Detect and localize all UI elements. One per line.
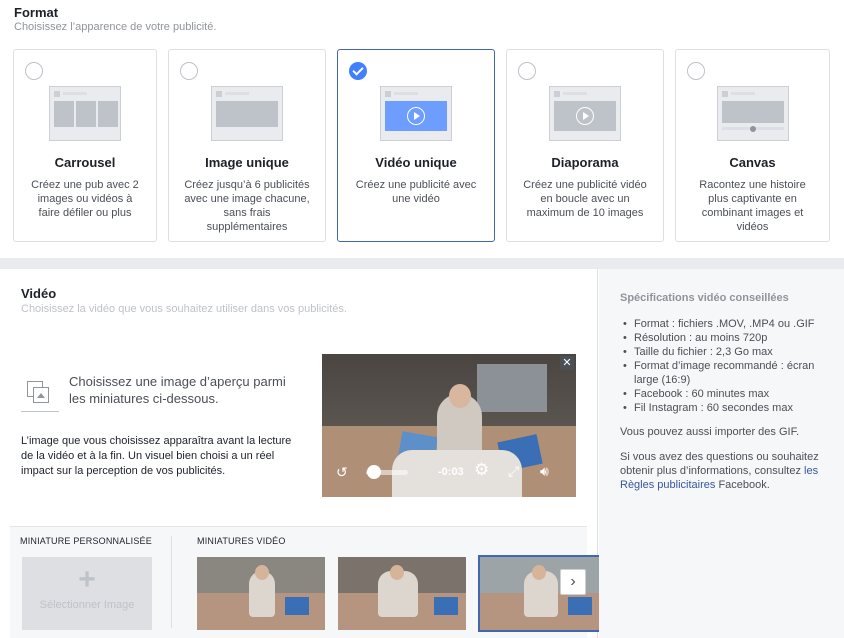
card-title: Image unique [205,155,289,170]
video-preview-icon [380,86,452,141]
video-spec-panel: Spécifications vidéo conseillées Format … [599,269,844,638]
thumbnail-pick-icon [21,376,59,412]
gif-note: Vous pouvez aussi importer des GIF. [620,426,800,438]
close-icon[interactable]: ✕ [560,356,574,370]
canvas-preview-icon [716,86,789,141]
spec-item: Facebook : 60 minutes max [620,387,830,401]
video-title: Vidéo [21,286,57,301]
format-section: Format Choisissez l’apparence de votre p… [0,0,844,258]
format-card-video-unique[interactable]: Vidéo unique Créez une publicité avec un… [337,49,495,242]
spec-item: Taille du fichier : 2,3 Go max [620,345,830,359]
spec-item: Résolution : au moins 720p [620,331,830,345]
format-card-canvas[interactable]: Canvas Racontez une histoire plus captiv… [675,49,830,242]
more-info-after: Facebook. [715,479,770,491]
radio-button[interactable] [180,62,198,80]
video-subtitle: Choisissez la vidéo que vous souhaitez u… [21,303,347,315]
custom-thumbnail-label: MINIATURE PERSONNALISÉE [20,536,152,546]
more-info-before: Si vous avez des questions ou souhaitez … [620,451,819,477]
video-player[interactable]: ✕ ↺ -0:03 ⚙ ⤢ 🔊︎ [322,354,576,497]
play-icon [407,107,425,125]
video-thumbnail-1[interactable] [197,557,325,630]
format-title: Format [14,5,59,20]
thumbnail-pick-text: Choisissez une image d’aperçu parmi les … [69,374,286,406]
radio-button[interactable] [687,62,705,80]
radio-button[interactable] [518,62,536,80]
check-icon[interactable] [349,62,367,80]
more-info-text: Si vous avez des questions ou souhaitez … [620,450,825,492]
card-title: Canvas [729,155,776,170]
radio-button[interactable] [25,62,43,80]
spec-list: Format : fichiers .MOV, .MP4 ou .GIF Rés… [620,317,830,415]
spec-item: Format d’image recommandé : écran large … [620,359,830,387]
spec-title: Spécifications vidéo conseillées [620,292,789,304]
select-image-label: Sélectionner Image [39,599,135,611]
video-section: Vidéo Choisissez la vidéo que vous souha… [0,269,610,638]
card-description: Créez jusqu’à 6 publicités avec une imag… [184,179,310,233]
gear-icon[interactable]: ⚙ [474,461,489,478]
format-card-carrousel[interactable]: Carrousel Créez une pub avec 2 images ou… [13,49,157,242]
card-description: Créez une pub avec 2 images ou vidéos à … [31,179,139,219]
thumbnails-panel: MINIATURE PERSONNALISÉE MINIATURES VIDÉO… [10,526,610,638]
video-thumbnails-label: MINIATURES VIDÉO [197,536,286,546]
thumbnails-separator [171,536,172,628]
section-divider [0,258,844,269]
spec-item: Format : fichiers .MOV, .MP4 ou .GIF [620,317,830,331]
card-description: Racontez une histoire plus captivante en… [699,179,806,233]
thumbnail-help-text: L’image que vous choisissez apparaîtra a… [21,435,292,477]
card-title: Vidéo unique [375,155,457,170]
slideshow-preview-icon [549,86,621,141]
card-title: Carrousel [54,155,116,170]
plus-icon: + [78,563,96,596]
video-thumbnail-2[interactable] [338,557,466,630]
format-card-image-unique[interactable]: Image unique Créez jusqu’à 6 publicités … [168,49,326,242]
carousel-preview-icon [49,86,121,141]
volume-icon[interactable]: 🔊︎ [540,464,549,478]
format-card-diaporama[interactable]: Diaporama Créez une publicité vidéo en b… [506,49,664,242]
replay-icon[interactable]: ↺ [336,465,348,479]
card-title: Diaporama [551,155,619,170]
video-thumbnail-3[interactable] [478,555,610,632]
time-remaining: -0:03 [438,466,464,478]
play-icon [576,107,594,125]
card-description: Créez une publicité avec une vidéo [355,179,477,205]
select-image-button[interactable]: + Sélectionner Image [22,557,152,630]
image-preview-icon [211,86,283,141]
chevron-right-icon[interactable]: › [560,569,586,595]
spec-item: Fil Instagram : 60 secondes max [620,401,830,415]
fullscreen-icon[interactable]: ⤢ [508,464,519,478]
format-subtitle: Choisissez l’apparence de votre publicit… [14,21,217,33]
card-description: Créez une publicité vidéo en boucle avec… [523,179,647,219]
progress-knob[interactable] [367,465,381,479]
